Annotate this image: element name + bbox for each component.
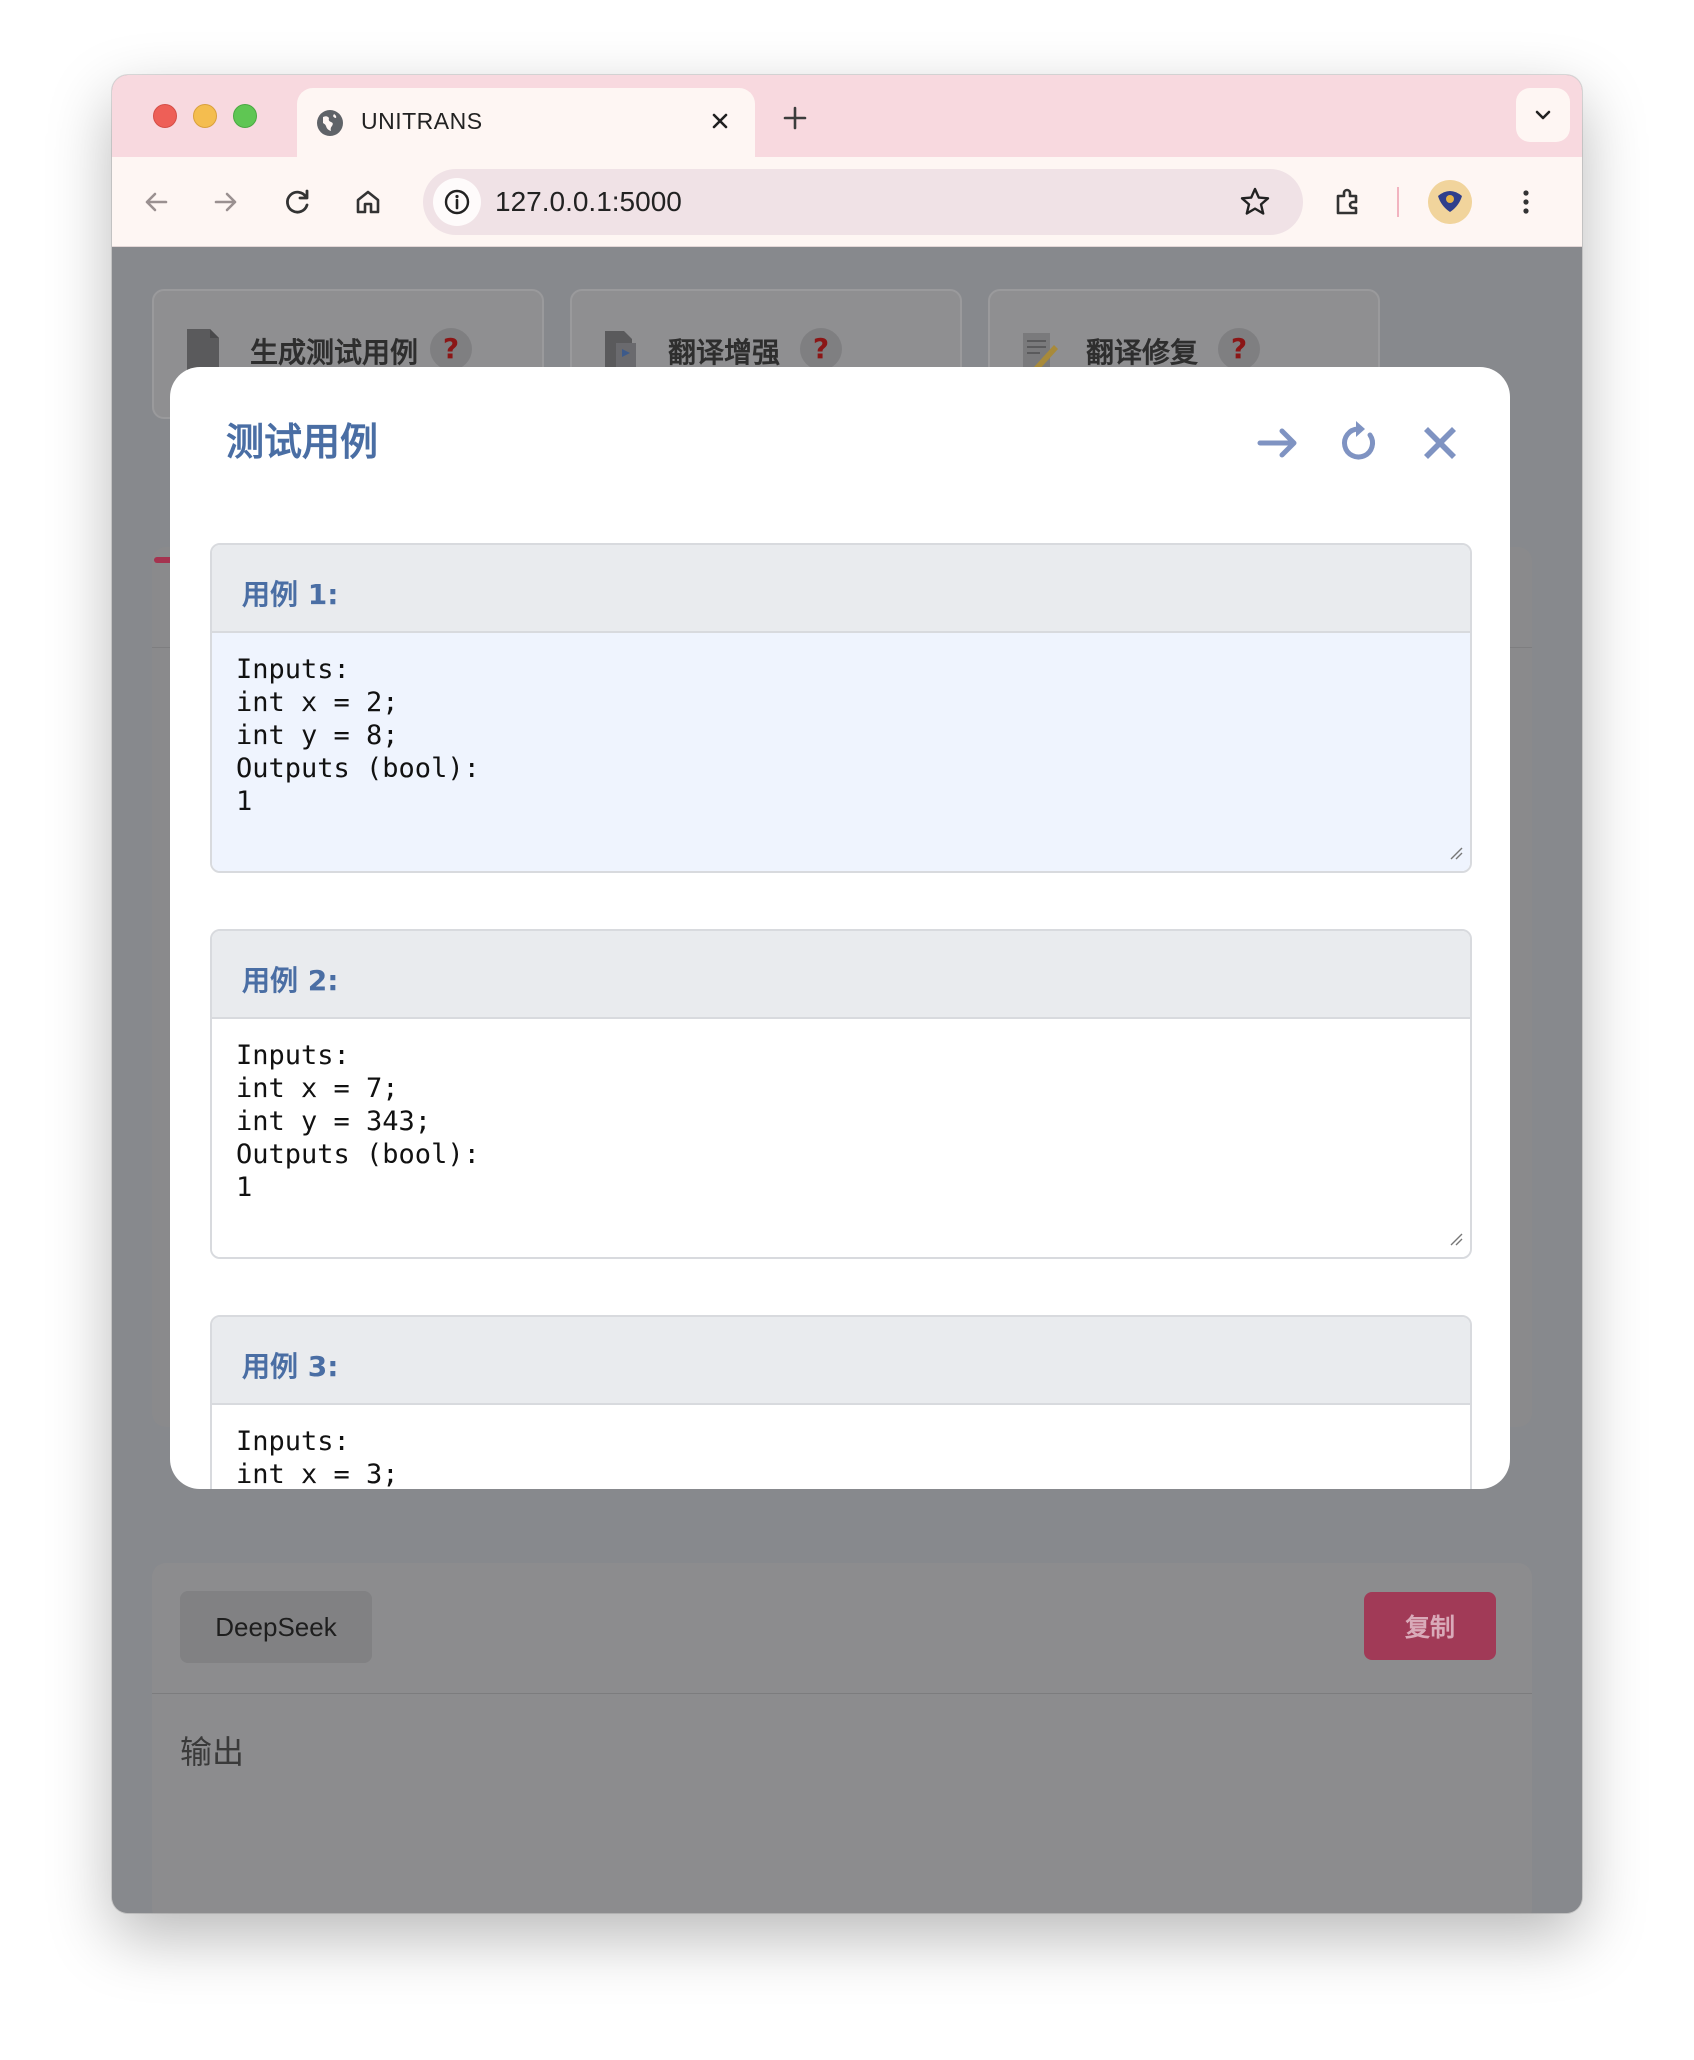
close-window-button[interactable]	[153, 104, 177, 128]
case-textarea[interactable]: Inputs: int x = 7; int y = 343; Outputs …	[212, 1019, 1470, 1257]
back-arrow-icon[interactable]	[138, 184, 174, 220]
toolbar-divider	[1397, 187, 1399, 217]
tab-label: 生成测试用例	[250, 336, 419, 369]
tab-title: UNITRANS	[361, 108, 483, 134]
browser-toolbar: 127.0.0.1:5000	[112, 157, 1582, 247]
tab-label: 翻译修复	[1086, 336, 1199, 369]
minimize-window-button[interactable]	[193, 104, 217, 128]
test-case-1: 用例 1: Inputs: int x = 2; int y = 8; Outp…	[210, 543, 1472, 873]
resize-grip-icon[interactable]	[1448, 845, 1464, 861]
zoom-window-button[interactable]	[233, 104, 257, 128]
address-bar[interactable]: 127.0.0.1:5000	[423, 169, 1303, 235]
tab-search-button[interactable]	[1516, 88, 1570, 142]
case-header: 用例 1:	[212, 545, 1470, 633]
browser-window: UNITRANS 127.0.0.1:5000 生成测试用例 ? 翻译增强 ? …	[112, 75, 1582, 1913]
help-icon[interactable]: ?	[800, 328, 842, 370]
help-icon[interactable]: ?	[430, 328, 472, 370]
case-header: 用例 2:	[212, 931, 1470, 1019]
copy-button[interactable]: 复制	[1364, 1592, 1496, 1660]
browser-tab[interactable]: UNITRANS	[297, 88, 755, 157]
tab-strip: UNITRANS	[112, 75, 1582, 157]
star-icon[interactable]	[1237, 184, 1273, 220]
case-textarea[interactable]: Inputs: int x = 3;	[212, 1405, 1470, 1489]
refresh-icon[interactable]	[1334, 419, 1382, 467]
case-label: 用例 2:	[242, 964, 339, 997]
case-label: 用例 3:	[242, 1350, 339, 1383]
info-icon	[444, 189, 470, 215]
help-icon[interactable]: ?	[1218, 328, 1260, 370]
close-icon[interactable]	[705, 106, 735, 136]
resize-grip-icon[interactable]	[1448, 1231, 1464, 1247]
case-label: 用例 1:	[242, 578, 339, 611]
avatar[interactable]	[1428, 180, 1472, 224]
profile-avatar-icon	[1428, 180, 1472, 224]
case-textarea[interactable]: Inputs: int x = 2; int y = 8; Outputs (b…	[212, 633, 1470, 871]
plus-icon[interactable]	[780, 103, 810, 133]
x-icon[interactable]	[1416, 419, 1464, 467]
extensions-icon[interactable]	[1330, 184, 1366, 220]
url-text: 127.0.0.1:5000	[495, 186, 682, 217]
test-case-2: 用例 2: Inputs: int x = 7; int y = 343; Ou…	[210, 929, 1472, 1259]
kebab-menu-icon[interactable]	[1508, 184, 1544, 220]
home-icon[interactable]	[350, 184, 386, 220]
globe-icon	[317, 110, 343, 136]
output-divider	[152, 1693, 1532, 1694]
case-header: 用例 3:	[212, 1317, 1470, 1405]
model-select-button[interactable]: DeepSeek	[180, 1591, 372, 1663]
site-info-button[interactable]	[433, 178, 481, 226]
forward-arrow-icon[interactable]	[208, 184, 244, 220]
reload-icon[interactable]	[280, 184, 316, 220]
test-case-3: 用例 3: Inputs: int x = 3;	[210, 1315, 1472, 1489]
output-label: 输出	[180, 1733, 245, 1771]
test-cases-modal: 测试用例 用例 1: Inputs: int x = 2; int y = 8;…	[170, 367, 1510, 1489]
arrow-right-icon[interactable]	[1254, 419, 1302, 467]
modal-title: 测试用例	[226, 420, 379, 464]
tab-label: 翻译增强	[668, 336, 781, 369]
chevron-down-icon	[1535, 110, 1551, 120]
